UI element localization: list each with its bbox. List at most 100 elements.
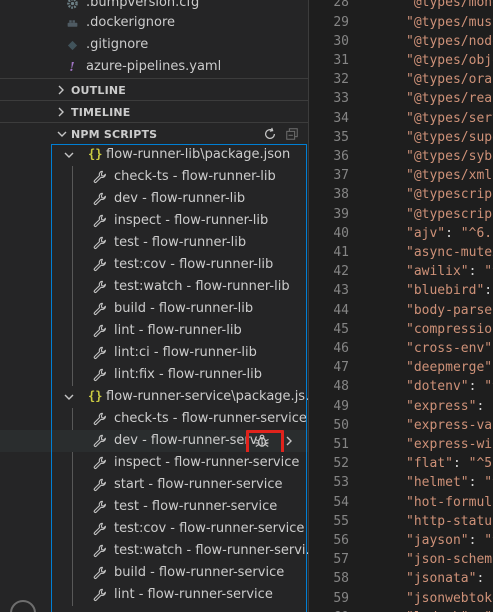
json-key: "@types/syba [406, 149, 493, 164]
wrench-icon [93, 412, 107, 426]
wrench-icon [93, 324, 107, 338]
line-number: 43 [333, 283, 349, 299]
code-line: "@types/serv [406, 111, 493, 126]
code-line: "@types/supe [406, 130, 493, 145]
wrench-icon [93, 346, 107, 360]
script-item[interactable]: dev - flow-runner-lib [0, 188, 308, 210]
file-item-dockerignore[interactable]: .dockerignore [0, 12, 308, 34]
code-line: "http-status [406, 514, 493, 529]
script-label: test:cov - flow-runner-lib [114, 257, 274, 272]
script-item[interactable]: test - flow-runner-lib [0, 232, 308, 254]
line-number: 38 [333, 187, 349, 203]
docker-icon [64, 12, 80, 34]
sidebar: .bumpversion.cfg .dockerignore .gitignor… [0, 0, 308, 612]
refresh-icon[interactable] [262, 126, 278, 142]
script-item[interactable]: dev - flow-runner-serv... [0, 430, 308, 452]
line-number: 45 [333, 321, 349, 337]
colon: : [484, 283, 493, 299]
json-key: "http-status [406, 513, 493, 529]
script-label: lint:fix - flow-runner-lib [114, 367, 262, 382]
script-label: lint - flow-runner-lib [114, 323, 242, 338]
script-item[interactable]: start - flow-runner-service [0, 474, 308, 496]
script-label: check-ts - flow-runner-service [114, 411, 307, 426]
json-key: "@typescript [406, 187, 493, 203]
script-item[interactable]: test:cov - flow-runner-lib [0, 254, 308, 276]
package-row[interactable]: {} flow-runner-lib\package.json [0, 144, 308, 166]
code-line: "cross-env" [406, 341, 492, 356]
json-key: "@types/serv [406, 110, 493, 126]
code-line: "@types/orac [406, 72, 493, 87]
section-npm-scripts[interactable]: NPM SCRIPTS [0, 122, 308, 144]
wrench-icon [93, 478, 107, 492]
code-line: "@types/must [406, 15, 493, 30]
script-item[interactable]: build - flow-runner-service [0, 562, 308, 584]
script-item[interactable]: check-ts - flow-runner-lib [0, 166, 308, 188]
line-number: 54 [333, 494, 349, 510]
wrench-icon [93, 258, 107, 272]
colon: : [468, 533, 485, 548]
section-timeline[interactable]: TIMELINE [0, 100, 308, 122]
json-key: "@typescript [406, 206, 493, 222]
code-line: "@types/syba [406, 149, 493, 164]
wrench-icon [93, 500, 107, 514]
script-item[interactable]: test - flow-runner-service [0, 496, 308, 518]
script-item[interactable]: lint:ci - flow-runner-lib [0, 342, 308, 364]
code-line: "@typescript [406, 207, 493, 222]
script-item[interactable]: inspect - flow-runner-lib [0, 210, 308, 232]
json-key: "bluebird" [406, 283, 485, 299]
json-key: "helmet" [406, 475, 469, 491]
run-script-icon[interactable] [285, 435, 293, 447]
wrench-icon [93, 456, 107, 470]
section-outline[interactable]: OUTLINE [0, 78, 308, 100]
wrench-icon [93, 544, 107, 558]
collapse-all-icon[interactable] [284, 126, 300, 142]
line-number: 36 [333, 149, 349, 164]
script-label: lint:ci - flow-runner-lib [114, 345, 257, 360]
code-line: "express-val [406, 418, 493, 433]
debug-script-icon[interactable] [252, 432, 272, 450]
package-name: flow-runner-lib\package.json [106, 147, 291, 162]
script-label: lint - flow-runner-service [114, 587, 273, 602]
line-number: 28 [333, 0, 349, 11]
line-number: 47 [333, 360, 349, 376]
code-line: "@types/obje [406, 53, 493, 68]
wrench-icon [93, 434, 107, 448]
script-item[interactable]: test:cov - flow-runner-service [0, 518, 308, 540]
editor-pane[interactable]: 28 "@types/mong 29 "@types/must 30 "@types/no… [309, 0, 493, 612]
code-line: "helmet": "^ [406, 475, 493, 490]
json-key: "body-parser [406, 302, 493, 318]
package-row[interactable]: {} flow-runner-service\package.js... [0, 386, 308, 408]
json-key: "async-mutex [406, 245, 493, 260]
code-line: "body-parser [406, 303, 493, 318]
line-number: 42 [333, 264, 349, 280]
code-line: "ajv": "^6.1 [406, 226, 493, 241]
line-number: 51 [333, 437, 349, 452]
json-key: "ajv" [406, 225, 446, 241]
json-key: "compression [406, 321, 493, 337]
file-item-gitignore[interactable]: .gitignore [0, 34, 308, 56]
wrench-icon [93, 280, 107, 294]
script-item[interactable]: test:watch - flow-runner-servi... [0, 540, 308, 562]
file-name: .gitignore [86, 37, 149, 52]
script-item[interactable]: build - flow-runner-lib [0, 298, 308, 320]
script-label: test - flow-runner-service [114, 499, 278, 514]
code-line: "flat": "^5 [406, 456, 492, 471]
script-item[interactable]: lint - flow-runner-lib [0, 320, 308, 342]
line-number: 34 [333, 110, 349, 126]
script-item[interactable]: test:watch - flow-runner-lib [0, 276, 308, 298]
file-name: .bumpversion.cfg [86, 0, 200, 10]
wrench-icon [93, 170, 107, 184]
script-item[interactable]: check-ts - flow-runner-service [0, 408, 308, 430]
script-label: check-ts - flow-runner-lib [114, 169, 276, 184]
colon: : [476, 571, 493, 587]
section-actions [262, 123, 300, 144]
script-item[interactable]: lint:fix - flow-runner-lib [0, 364, 308, 386]
json-key: "@types/node [406, 33, 493, 49]
script-item[interactable]: lint - flow-runner-service [0, 584, 308, 606]
line-number: 58 [333, 571, 349, 587]
script-item[interactable]: inspect - flow-runner-service [0, 452, 308, 474]
line-number: 48 [333, 379, 349, 395]
file-item-azure-pipelines[interactable]: ! azure-pipelines.yaml [0, 56, 308, 78]
json-key: "dotenv" [406, 379, 469, 395]
code-line: "jsonwebtoke [406, 591, 493, 606]
